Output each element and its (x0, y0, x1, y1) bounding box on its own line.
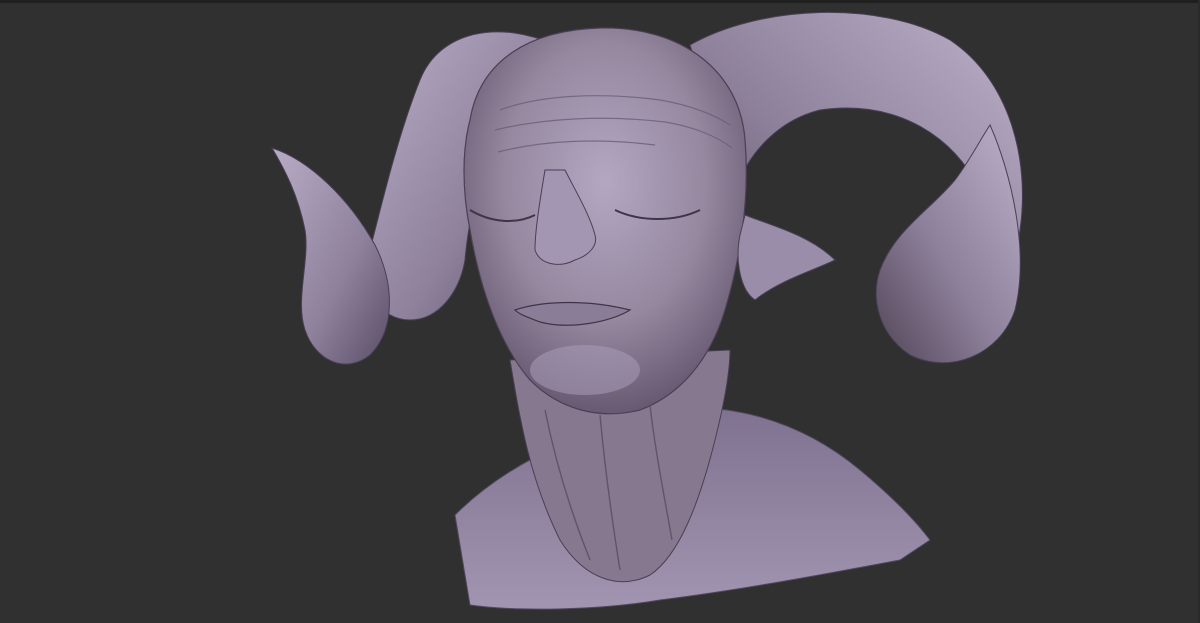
right-horn-front (875, 123, 1021, 364)
chin (530, 345, 640, 395)
right-ear (737, 214, 836, 301)
left-horn-front (270, 147, 390, 365)
sculpted-bust-model[interactable] (0, 0, 1200, 623)
3d-viewport[interactable] (0, 0, 1200, 623)
